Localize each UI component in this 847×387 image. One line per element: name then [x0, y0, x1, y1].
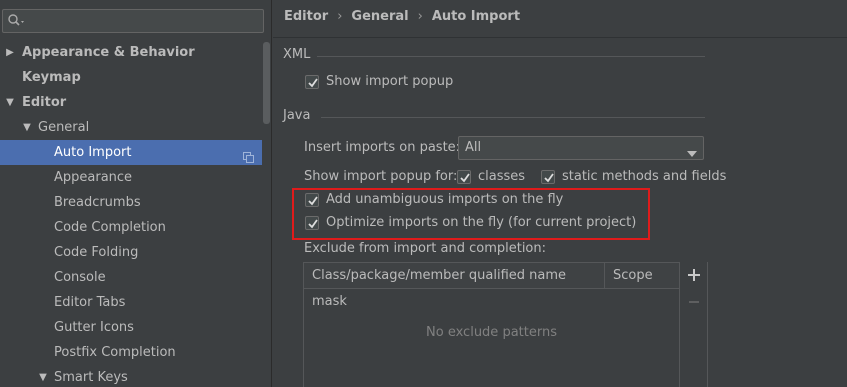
collapse-arrow-icon[interactable]: ▼: [37, 365, 49, 387]
exclude-label: Exclude from import and completion:: [304, 241, 546, 256]
breadcrumb-separator: ›: [337, 9, 343, 24]
tree-item-editor[interactable]: ▼ Editor: [0, 90, 262, 115]
remove-icon[interactable]: [685, 293, 703, 311]
empty-table-message: No exclude patterns: [426, 325, 557, 340]
section-title-xml: XML: [283, 47, 311, 62]
tree-item-appearance-behavior[interactable]: ▶ Appearance & Behavior: [0, 40, 262, 65]
checkbox-label: static methods and fields: [562, 169, 727, 184]
checkbox-label: Show import popup: [326, 74, 454, 89]
tree-item-breadcrumbs[interactable]: Breadcrumbs: [0, 190, 262, 215]
settings-tree: ▶ Appearance & Behavior Keymap ▼ Editor …: [0, 40, 262, 387]
checkbox[interactable]: [457, 170, 471, 184]
settings-content: Editor › General › Auto Import XML Show impo…: [273, 0, 847, 387]
tree-item-label: Gutter Icons: [54, 320, 134, 335]
search-box[interactable]: [2, 9, 264, 33]
red-highlight-box: [292, 188, 650, 240]
tree-item-code-folding[interactable]: Code Folding: [0, 240, 262, 265]
insert-imports-label: Insert imports on paste:: [304, 140, 461, 155]
tree-item-code-completion[interactable]: Code Completion: [0, 215, 262, 240]
tree-item-label: Editor: [22, 95, 67, 110]
tree-item-console[interactable]: Console: [0, 265, 262, 290]
breadcrumb-item-general[interactable]: General: [351, 9, 408, 24]
tree-item-label: Smart Keys: [54, 370, 128, 385]
tree-item-label: Code Folding: [54, 245, 139, 260]
table-header: Class/package/member qualified name mask…: [304, 263, 681, 309]
tree-item-smart-keys[interactable]: ▼ Smart Keys: [0, 365, 262, 387]
collapse-arrow-icon[interactable]: ▼: [21, 115, 33, 140]
toolbar-divider: [707, 262, 708, 387]
checkbox[interactable]: [541, 170, 555, 184]
tree-item-gutter-icons[interactable]: Gutter Icons: [0, 315, 262, 340]
search-icon: [7, 13, 27, 29]
copy-settings-icon[interactable]: [243, 147, 254, 163]
tree-item-editor-tabs[interactable]: Editor Tabs: [0, 290, 262, 315]
header-divider: [273, 37, 847, 38]
column-header-mask[interactable]: Class/package/member qualified name mask: [304, 263, 605, 309]
tree-item-label: General: [38, 120, 90, 135]
tree-item-label: Appearance & Behavior: [22, 45, 195, 60]
expand-arrow-icon[interactable]: ▶: [4, 40, 16, 65]
breadcrumb-separator: ›: [417, 9, 423, 24]
show-popup-for-label: Show import popup for:: [304, 169, 458, 184]
add-icon[interactable]: [685, 266, 703, 284]
tree-item-label: Console: [54, 270, 106, 285]
settings-sidebar: ▶ Appearance & Behavior Keymap ▼ Editor …: [0, 0, 272, 387]
chevron-down-icon: [687, 146, 697, 161]
tree-item-label: Editor Tabs: [54, 295, 126, 310]
section-title-java: Java: [283, 108, 311, 123]
search-input[interactable]: [27, 12, 257, 30]
tree-item-postfix-completion[interactable]: Postfix Completion: [0, 340, 262, 365]
exclude-patterns-table[interactable]: Class/package/member qualified name mask…: [303, 262, 680, 387]
tree-item-label: Keymap: [22, 70, 81, 85]
breadcrumb-item-auto-import: Auto Import: [431, 9, 521, 24]
checkbox-label: classes: [478, 169, 526, 184]
tree-item-label: Auto Import: [54, 145, 132, 160]
insert-imports-dropdown[interactable]: All: [458, 136, 704, 160]
section-divider: [321, 117, 705, 118]
sidebar-scrollbar[interactable]: [263, 42, 270, 124]
tree-item-label: Postfix Completion: [54, 345, 176, 360]
tree-item-label: Breadcrumbs: [54, 195, 141, 210]
tree-item-keymap[interactable]: Keymap: [0, 65, 262, 90]
section-divider: [317, 56, 705, 57]
tree-item-label: Code Completion: [54, 220, 166, 235]
column-header-scope[interactable]: Scope: [605, 263, 681, 289]
collapse-arrow-icon[interactable]: ▼: [4, 90, 16, 115]
tree-item-auto-import[interactable]: Auto Import: [0, 140, 262, 165]
breadcrumb: Editor › General › Auto Import: [284, 9, 520, 27]
tree-item-appearance[interactable]: Appearance: [0, 165, 262, 190]
tree-item-general[interactable]: ▼ General: [0, 115, 262, 140]
dropdown-value: All: [465, 140, 482, 155]
tree-item-label: Appearance: [54, 170, 133, 185]
breadcrumb-item-editor[interactable]: Editor: [284, 9, 328, 24]
checkbox[interactable]: [305, 75, 319, 89]
